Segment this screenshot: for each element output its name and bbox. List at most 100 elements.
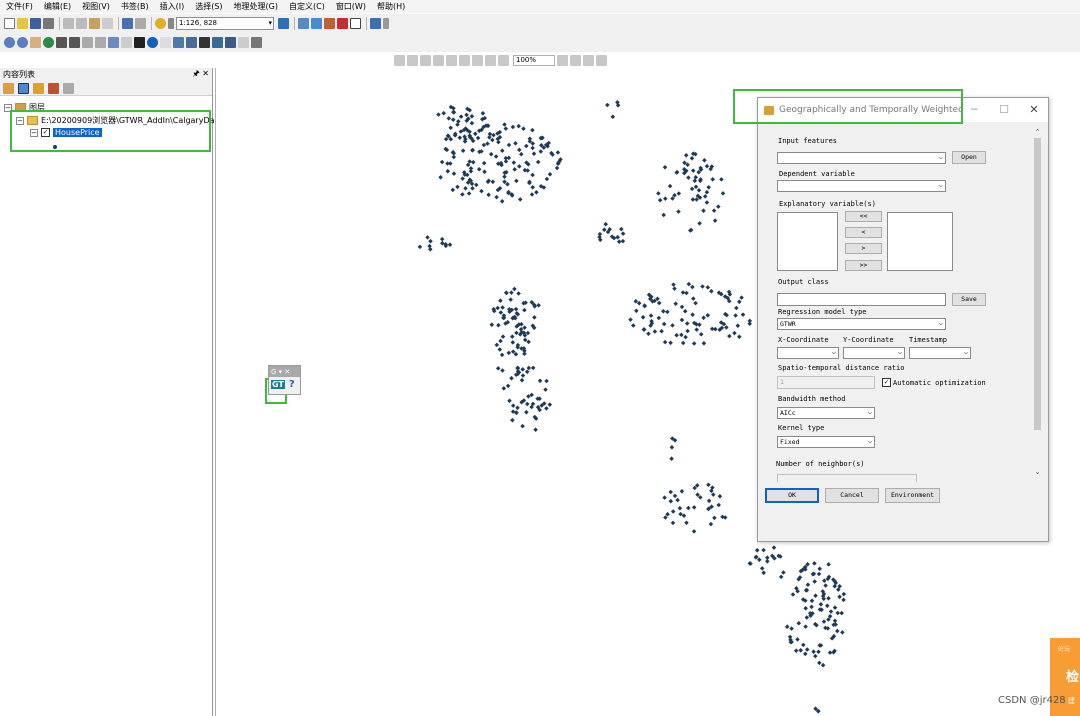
menu-item[interactable]: 文件(F): [6, 1, 33, 12]
measure-icon[interactable]: [186, 37, 197, 48]
cancel-button[interactable]: Cancel: [825, 488, 879, 503]
move-all-left-button[interactable]: <<: [845, 211, 882, 222]
back-extent-icon[interactable]: [82, 37, 93, 48]
select-elements-icon[interactable]: [134, 37, 145, 48]
select-features-icon[interactable]: [108, 37, 119, 48]
menu-item[interactable]: 插入(I): [160, 1, 185, 12]
hyperlink-icon[interactable]: [160, 37, 171, 48]
arctoolbox-icon[interactable]: [337, 18, 348, 29]
layout-fixed-zoom-in-icon[interactable]: [459, 54, 470, 66]
html-popup-icon[interactable]: [173, 37, 184, 48]
pan-icon[interactable]: [30, 37, 41, 48]
layout-fixed-zoom-out-icon[interactable]: [472, 54, 483, 66]
list-by-selection-icon[interactable]: [48, 82, 59, 94]
x-coordinate-combo[interactable]: [777, 347, 839, 359]
find-icon[interactable]: [199, 37, 210, 48]
menu-item[interactable]: 地理处理(G): [234, 1, 278, 12]
menu-item[interactable]: 自定义(C): [289, 1, 325, 12]
dependent-variable-combo[interactable]: [777, 180, 946, 192]
gt-toolbar-title[interactable]: G ▾ ✕: [269, 366, 300, 377]
table-icon[interactable]: [298, 18, 309, 29]
selected-variables-list[interactable]: [887, 212, 953, 271]
timestamp-combo[interactable]: [909, 347, 971, 359]
list-by-drawing-order-icon[interactable]: [3, 82, 14, 94]
y-coordinate-combo[interactable]: [843, 347, 905, 359]
move-left-button[interactable]: <: [845, 227, 882, 238]
close-icon[interactable]: ✕: [1027, 103, 1041, 116]
menu-item[interactable]: 视图(V): [82, 1, 110, 12]
search-window-icon[interactable]: [324, 18, 335, 29]
zoom-100-icon[interactable]: [446, 54, 457, 66]
identify-icon[interactable]: [147, 37, 158, 48]
list-by-source-icon[interactable]: [18, 82, 29, 94]
layout-pan-icon[interactable]: [420, 54, 431, 66]
scroll-down-icon[interactable]: ⌄: [1033, 468, 1042, 476]
fixed-zoom-in-icon[interactable]: [56, 37, 67, 48]
save-button[interactable]: Save: [952, 293, 986, 306]
open-folder-icon[interactable]: [17, 18, 28, 29]
redo-icon[interactable]: [135, 18, 146, 29]
copy-icon[interactable]: [76, 18, 87, 29]
layout-zoom-in-icon[interactable]: [394, 54, 405, 66]
layout-back-icon[interactable]: [485, 54, 496, 66]
clear-selection-icon[interactable]: [121, 37, 132, 48]
dialog-scrollbar[interactable]: ⌃ ⌄: [1033, 128, 1042, 478]
full-extent-icon[interactable]: [43, 37, 54, 48]
minimize-icon[interactable]: ─: [967, 103, 981, 116]
add-data-dropdown-icon[interactable]: [168, 18, 174, 29]
auto-optimization-checkbox[interactable]: ✓: [882, 378, 891, 387]
map-scale-combo[interactable]: 1:126, 828: [176, 17, 274, 30]
maximize-icon[interactable]: ☐: [997, 103, 1011, 116]
goto-xy-icon[interactable]: [225, 37, 236, 48]
available-variables-list[interactable]: [777, 212, 838, 271]
menu-item[interactable]: 选择(S): [195, 1, 222, 12]
new-document-icon[interactable]: [4, 18, 15, 29]
layout-zoom-out-icon[interactable]: [407, 54, 418, 66]
undo-icon[interactable]: [122, 18, 133, 29]
cut-icon[interactable]: [63, 18, 74, 29]
toggle-draft-mode-icon[interactable]: [557, 54, 568, 66]
create-viewer-icon[interactable]: [251, 37, 262, 48]
regression-model-type-combo[interactable]: GTWR: [777, 318, 946, 330]
catalog-icon[interactable]: [311, 18, 322, 29]
editor-icon[interactable]: [278, 18, 289, 29]
python-icon[interactable]: [350, 18, 361, 29]
neighbors-input[interactable]: [777, 474, 917, 482]
scroll-thumb[interactable]: [1034, 138, 1041, 430]
kernel-type-combo[interactable]: Fixed: [777, 436, 875, 448]
zoom-whole-page-icon[interactable]: [433, 54, 444, 66]
menu-item[interactable]: 窗口(W): [336, 1, 366, 12]
toolbar-options-icon[interactable]: [383, 18, 389, 29]
save-icon[interactable]: [30, 18, 41, 29]
zoom-out-icon[interactable]: [17, 37, 28, 48]
scroll-up-icon[interactable]: ⌃: [1033, 128, 1042, 136]
ok-button[interactable]: OK: [765, 488, 819, 503]
layout-zoom-combo[interactable]: 100%: [513, 54, 555, 66]
distance-ratio-input[interactable]: 1: [777, 376, 875, 389]
gtwr-tool-button[interactable]: GT: [271, 380, 285, 389]
input-features-combo[interactable]: [777, 152, 946, 164]
menu-item[interactable]: 编辑(E): [44, 1, 71, 12]
find-route-icon[interactable]: [212, 37, 223, 48]
forward-extent-icon[interactable]: [95, 37, 106, 48]
change-layout-icon[interactable]: [583, 54, 594, 66]
move-all-right-button[interactable]: >>: [845, 260, 882, 271]
move-right-button[interactable]: >: [845, 243, 882, 254]
help-icon[interactable]: ?: [289, 379, 295, 390]
list-by-visibility-icon[interactable]: [33, 82, 44, 94]
environment-button[interactable]: Environment: [885, 488, 940, 503]
toc-options-icon[interactable]: [63, 82, 74, 94]
data-driven-pages-icon[interactable]: [596, 54, 607, 66]
focus-data-frame-icon[interactable]: [570, 54, 581, 66]
fixed-zoom-out-icon[interactable]: [69, 37, 80, 48]
layout-forward-icon[interactable]: [498, 54, 509, 66]
add-data-icon[interactable]: [155, 18, 166, 29]
print-icon[interactable]: [43, 18, 54, 29]
zoom-in-icon[interactable]: [4, 37, 15, 48]
bandwidth-method-combo[interactable]: AICc: [777, 407, 875, 419]
menu-item[interactable]: 帮助(H): [377, 1, 405, 12]
paste-icon[interactable]: [89, 18, 100, 29]
menu-item[interactable]: 书签(B): [121, 1, 149, 12]
open-button[interactable]: Open: [952, 151, 986, 164]
output-class-input[interactable]: [777, 293, 946, 306]
